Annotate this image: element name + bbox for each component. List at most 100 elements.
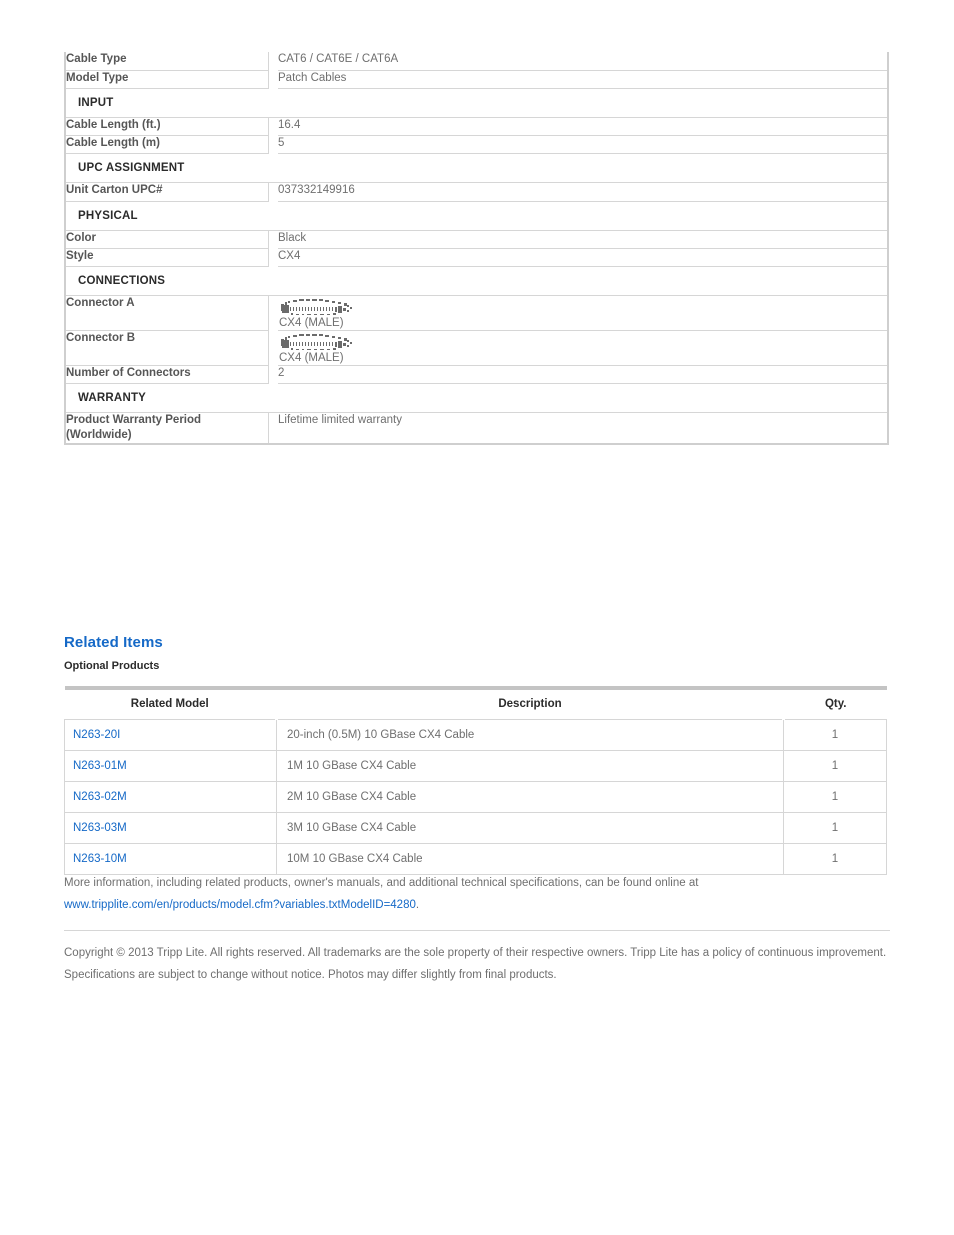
related-description-cell: 1M 10 GBase CX4 Cable bbox=[276, 750, 784, 782]
connector-caption: CX4 (MALE) bbox=[279, 317, 344, 329]
url-trailing-period: . bbox=[415, 899, 420, 911]
spec-section-row: INPUT bbox=[65, 88, 888, 118]
footer-divider bbox=[64, 930, 890, 931]
spec-column-gap bbox=[268, 183, 278, 202]
related-model-link[interactable]: N263-02M bbox=[73, 791, 127, 803]
copyright-notice: Copyright © 2013 Tripp Lite. All rights … bbox=[64, 947, 887, 981]
spec-row-value: CX4 (MALE) bbox=[278, 295, 888, 331]
spec-column-gap bbox=[268, 413, 278, 445]
related-model-link[interactable]: N263-01M bbox=[73, 760, 127, 772]
spec-row: Number of Connectors 2 bbox=[65, 365, 888, 384]
document-page: Cable Type CAT6 / CAT6E / CAT6A Model Typ… bbox=[0, 0, 954, 1235]
spec-column-gap bbox=[268, 136, 278, 154]
related-model-cell: N263-01M bbox=[64, 750, 277, 782]
spec-section-label: WARRANTY bbox=[65, 383, 888, 413]
spec-row: Cable Length (ft.) 16.4 bbox=[65, 117, 888, 136]
related-items-row: N263-10M 10M 10 GBase CX4 Cable 1 bbox=[64, 843, 887, 875]
product-page-link[interactable]: www.tripplite.com/en/products/model.cfm?… bbox=[64, 899, 416, 911]
spec-row-label: Number of Connectors bbox=[65, 365, 269, 384]
spec-column-gap bbox=[268, 230, 278, 249]
related-qty-cell: 1 bbox=[783, 843, 887, 875]
related-items-table-wrapper: Related Model Description Qty. N263-20I 2… bbox=[64, 686, 887, 875]
related-items-table-body: N263-20I 20-inch (0.5M) 10 GBase CX4 Cabl… bbox=[64, 719, 887, 875]
spec-row-value: 2 bbox=[278, 365, 888, 384]
spec-column-gap bbox=[268, 366, 278, 384]
related-model-link[interactable]: N263-20I bbox=[73, 729, 120, 741]
connector-image bbox=[279, 296, 357, 320]
spec-column-gap bbox=[268, 249, 278, 267]
column-header-qty: Qty. bbox=[782, 686, 887, 720]
spec-section-row: CONNECTIONS bbox=[65, 266, 888, 296]
spec-row: Connector B CX4 (MALE) bbox=[65, 330, 888, 366]
spec-row: Connector A CX4 (MALE) bbox=[65, 295, 888, 331]
spec-row-value: CAT6 / CAT6E / CAT6A bbox=[278, 52, 888, 71]
related-items-row: N263-20I 20-inch (0.5M) 10 GBase CX4 Cabl… bbox=[64, 719, 887, 751]
related-items-table: Related Model Description Qty. N263-20I 2… bbox=[64, 686, 887, 875]
related-description-cell: 2M 10 GBase CX4 Cable bbox=[276, 781, 784, 813]
spec-row-label: Style bbox=[65, 248, 269, 267]
related-model-cell: N263-10M bbox=[64, 843, 277, 875]
spec-section-row: WARRANTY bbox=[65, 383, 888, 413]
cx4-connector-graphic bbox=[281, 299, 352, 315]
spec-row: Cable Type CAT6 / CAT6E / CAT6A bbox=[65, 52, 888, 71]
spec-column-gap bbox=[268, 296, 278, 331]
spec-row-value: Lifetime limited warranty bbox=[278, 412, 888, 445]
related-model-link[interactable]: N263-10M bbox=[73, 853, 127, 865]
related-qty-cell: 1 bbox=[783, 781, 887, 813]
related-description-cell: 10M 10 GBase CX4 Cable bbox=[276, 843, 784, 875]
spec-column-gap bbox=[268, 70, 278, 88]
related-qty-cell: 1 bbox=[783, 750, 887, 782]
specifications-table: Cable Type CAT6 / CAT6E / CAT6A Model Typ… bbox=[64, 52, 889, 445]
connector-caption: CX4 (MALE) bbox=[279, 352, 344, 364]
spec-row-value: Black bbox=[278, 230, 888, 249]
spec-row-label: Connector A bbox=[65, 295, 269, 331]
related-model-cell: N263-20I bbox=[64, 719, 277, 751]
related-model-cell: N263-02M bbox=[64, 781, 277, 813]
optional-products-subheading: Optional Products bbox=[64, 660, 160, 672]
cx4-connector-graphic bbox=[281, 334, 352, 350]
related-description-cell: 3M 10 GBase CX4 Cable bbox=[276, 812, 784, 844]
related-items-table-head: Related Model Description Qty. bbox=[64, 686, 887, 720]
spec-row-value: 037332149916 bbox=[278, 182, 888, 202]
related-items-row: N263-01M 1M 10 GBase CX4 Cable 1 bbox=[64, 750, 887, 782]
related-model-link[interactable]: N263-03M bbox=[73, 822, 127, 834]
spec-row-label: Connector B bbox=[65, 330, 269, 366]
spec-section-row: PHYSICAL bbox=[65, 201, 888, 231]
related-description-cell: 20-inch (0.5M) 10 GBase CX4 Cable bbox=[276, 719, 784, 751]
spec-row-value: 16.4 bbox=[278, 117, 888, 136]
spec-column-gap bbox=[268, 117, 278, 136]
column-header-related-model: Related Model bbox=[64, 686, 277, 720]
related-model-cell: N263-03M bbox=[64, 812, 277, 844]
spec-row-label: Model Type bbox=[65, 70, 269, 89]
specifications-table-wrapper: Cable Type CAT6 / CAT6E / CAT6A Model Typ… bbox=[64, 52, 889, 445]
spec-row: Unit Carton UPC# 037332149916 bbox=[65, 182, 888, 202]
spec-row-label: Color bbox=[65, 230, 269, 249]
spec-row: Model Type Patch Cables bbox=[65, 70, 888, 89]
spec-row-value: Patch Cables bbox=[278, 70, 888, 89]
related-items-heading: Related Items bbox=[64, 634, 163, 651]
spec-row-label: Unit Carton UPC# bbox=[65, 182, 269, 202]
spec-row-label: Cable Type bbox=[65, 52, 269, 71]
related-items-row: N263-03M 3M 10 GBase CX4 Cable 1 bbox=[64, 812, 887, 844]
column-header-description: Description bbox=[275, 686, 784, 720]
spec-row: Cable Length (m) 5 bbox=[65, 135, 888, 154]
spec-column-gap bbox=[268, 52, 278, 70]
spec-section-label: INPUT bbox=[65, 88, 888, 118]
spec-section-label: UPC ASSIGNMENT bbox=[65, 153, 888, 183]
spec-row-label: Cable Length (m) bbox=[65, 135, 269, 154]
more-information-paragraph: More information, including related prod… bbox=[64, 872, 894, 916]
spec-column-gap bbox=[268, 331, 278, 366]
spec-row: Product Warranty Period (Worldwide) Life… bbox=[65, 412, 888, 445]
related-items-row: N263-02M 2M 10 GBase CX4 Cable 1 bbox=[64, 781, 887, 813]
spec-row-value: CX4 (MALE) bbox=[278, 330, 888, 366]
more-information-text: More information, including related prod… bbox=[64, 877, 699, 889]
spec-section-label: CONNECTIONS bbox=[65, 266, 888, 296]
spec-section-label: PHYSICAL bbox=[65, 201, 888, 231]
spec-row-label: Cable Length (ft.) bbox=[65, 117, 269, 136]
spec-row: Style CX4 bbox=[65, 248, 888, 267]
spec-row-value: 5 bbox=[278, 135, 888, 154]
connector-image bbox=[279, 331, 357, 355]
related-items-header-row: Related Model Description Qty. bbox=[64, 686, 887, 720]
spec-row-label: Product Warranty Period (Worldwide) bbox=[65, 412, 269, 445]
spec-section-row: UPC ASSIGNMENT bbox=[65, 153, 888, 183]
